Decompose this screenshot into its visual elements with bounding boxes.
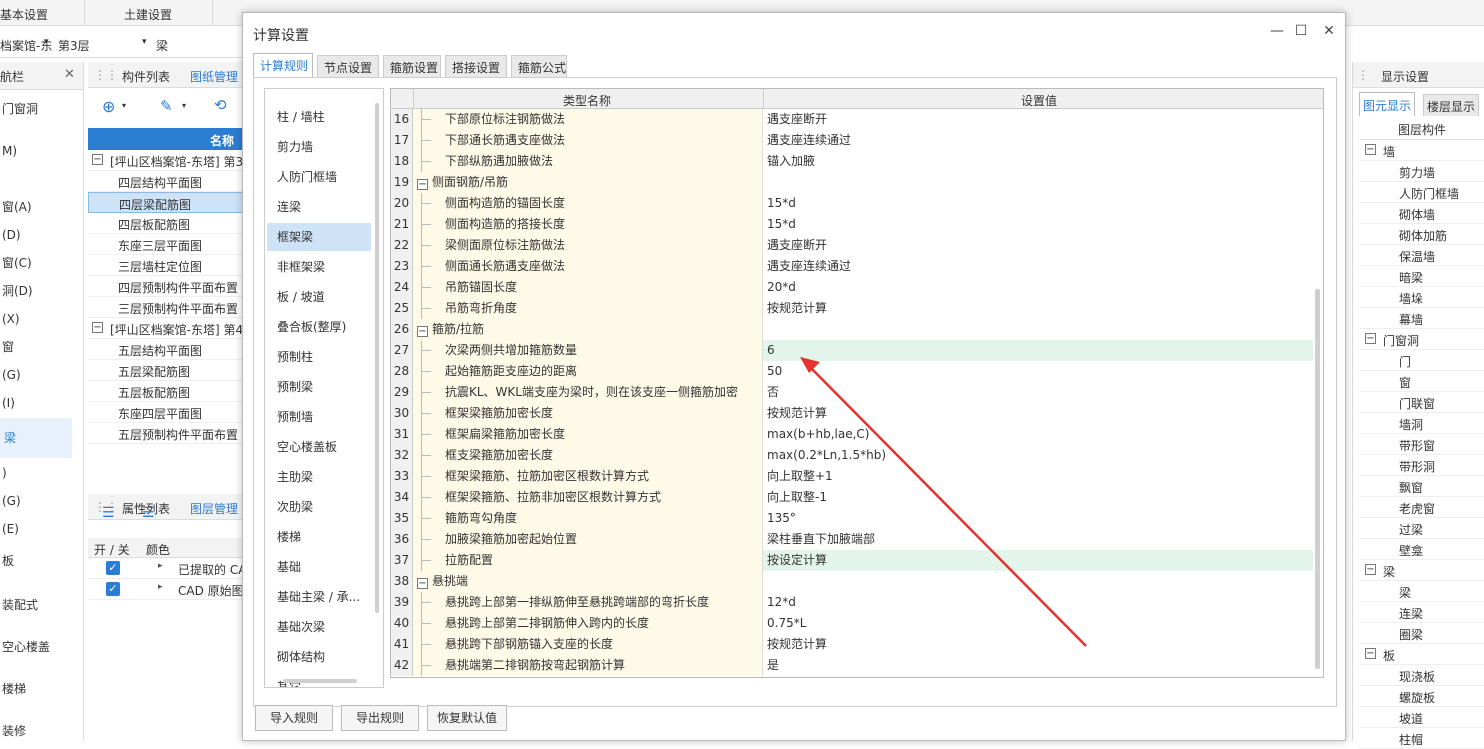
arrow-head — [800, 357, 820, 373]
arrow-shaft — [805, 362, 1087, 647]
annotation-arrow — [800, 357, 1087, 647]
